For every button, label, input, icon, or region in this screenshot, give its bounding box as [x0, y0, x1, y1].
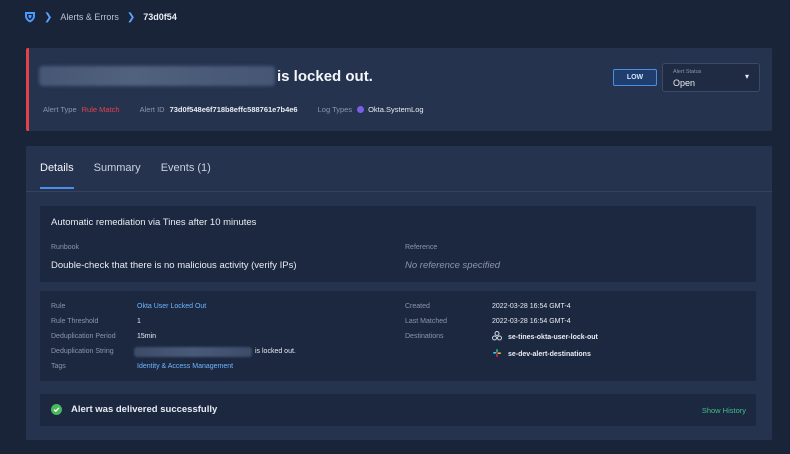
- alert-type-value: Rule Match: [81, 105, 120, 114]
- reference-value: No reference specified: [405, 260, 501, 271]
- redacted-dedup-string: [134, 347, 252, 357]
- destination-tines: se-tines-okta-user-lock-out: [492, 331, 598, 343]
- caret-down-icon: ▾: [744, 72, 749, 81]
- tab-bar: Details Summary Events (1): [40, 162, 211, 189]
- destination-slack-name: se-dev-alert-destinations: [508, 350, 591, 358]
- slack-icon: [492, 348, 502, 360]
- threshold-label: Rule Threshold: [51, 318, 99, 325]
- alert-title: is locked out.: [39, 66, 373, 86]
- alert-status-label: Alert Status: [673, 69, 702, 75]
- tab-details[interactable]: Details: [40, 162, 74, 189]
- runbook-value: Double-check that there is no malicious …: [51, 260, 297, 271]
- threshold-value: 1: [137, 318, 141, 325]
- rule-link[interactable]: Okta User Locked Out: [137, 303, 206, 310]
- alert-id-label: Alert ID: [139, 105, 165, 114]
- tab-divider: [26, 191, 772, 192]
- breadcrumb-alerts-link[interactable]: Alerts & Errors: [60, 12, 119, 22]
- alert-type-label: Alert Type: [43, 105, 77, 114]
- shield-logo-icon[interactable]: [24, 11, 36, 23]
- tags-label: Tags: [51, 363, 66, 370]
- severity-badge: LOW: [613, 69, 657, 86]
- chevron-right-icon: ❯: [44, 11, 53, 23]
- rule-info-box: Rule Okta User Locked Out Rule Threshold…: [40, 291, 756, 381]
- destination-tines-name: se-tines-okta-user-lock-out: [508, 333, 598, 341]
- created-label: Created: [405, 303, 430, 310]
- tab-summary[interactable]: Summary: [94, 162, 141, 189]
- destinations-label: Destinations: [405, 333, 444, 340]
- rule-label: Rule: [51, 303, 66, 310]
- tab-events[interactable]: Events (1): [161, 162, 211, 189]
- show-history-link[interactable]: Show History: [702, 406, 746, 415]
- remediation-box: Automatic remediation via Tines after 10…: [40, 206, 756, 282]
- delivery-message: Alert was delivered successfully: [51, 404, 217, 415]
- last-matched-value: 2022-03-28 16:54 GMT-4: [492, 318, 571, 325]
- alert-status-select[interactable]: Alert Status Open ▾: [662, 63, 760, 92]
- alert-status-value: Open: [673, 78, 696, 88]
- runbook-label: Runbook: [51, 244, 80, 251]
- reference-label: Reference: [405, 244, 438, 251]
- alert-title-text: is locked out.: [277, 67, 373, 85]
- delivery-message-text: Alert was delivered successfully: [71, 404, 218, 415]
- breadcrumb-current: 73d0f54: [143, 12, 177, 22]
- details-panel: Details Summary Events (1) Automatic rem…: [26, 146, 772, 440]
- remediation-text: Automatic remediation via Tines after 10…: [51, 217, 257, 228]
- tag-link[interactable]: Identity & Access Management: [137, 363, 233, 370]
- dedup-period-label: Deduplication Period: [51, 333, 116, 340]
- delivery-status-box: Alert was delivered successfully Show Hi…: [40, 394, 756, 426]
- alert-header: is locked out. Alert Type Rule Match Ale…: [26, 48, 772, 131]
- okta-log-icon: [357, 106, 365, 113]
- chevron-right-icon: ❯: [126, 11, 136, 23]
- tines-icon: [492, 331, 502, 343]
- created-value: 2022-03-28 16:54 GMT-4: [492, 303, 571, 310]
- dedup-string-label: Deduplication String: [51, 348, 114, 355]
- alert-id-value: 73d0f548e6f718b8effc588761e7b4e6: [169, 105, 298, 114]
- breadcrumb: ❯ Alerts & Errors ❯ 73d0f54: [24, 10, 177, 24]
- alert-meta: Alert Type Rule Match Alert ID 73d0f548e…: [43, 105, 424, 114]
- dedup-string-suffix: is locked out.: [255, 348, 296, 355]
- dedup-period-value: 15min: [137, 333, 157, 340]
- check-circle-icon: [51, 404, 62, 415]
- redacted-username: [39, 66, 275, 86]
- last-matched-label: Last Matched: [405, 318, 448, 325]
- destination-slack: se-dev-alert-destinations: [492, 348, 591, 360]
- log-types-label: Log Types: [317, 105, 353, 114]
- log-types-value: Okta.SystemLog: [368, 105, 424, 114]
